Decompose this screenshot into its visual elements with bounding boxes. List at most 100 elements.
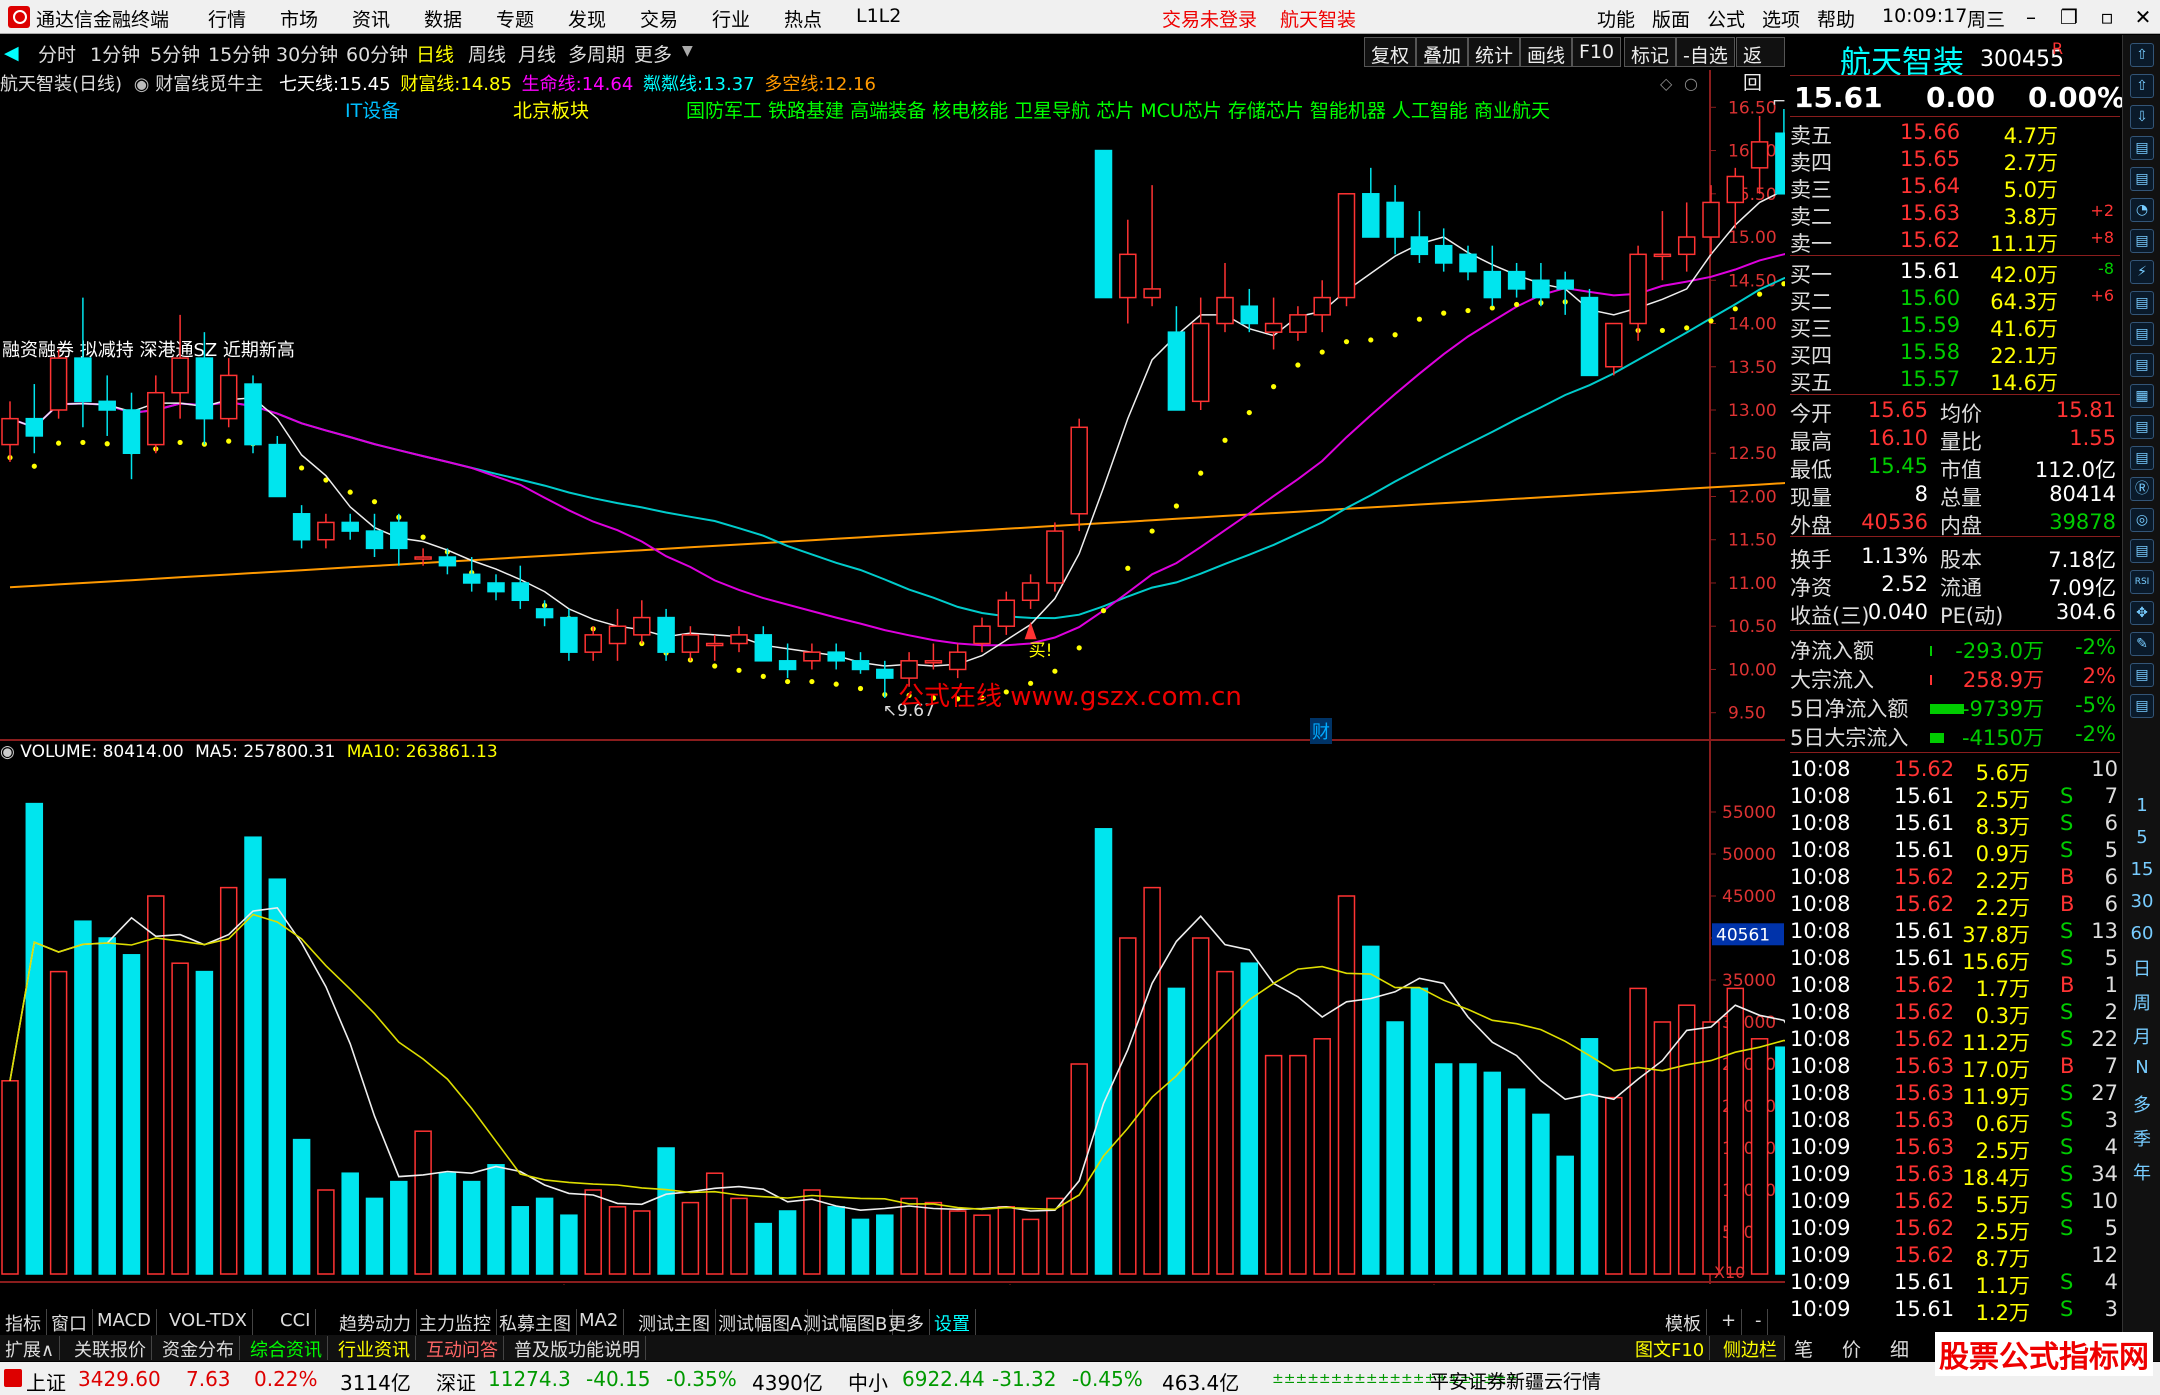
menu-item[interactable]: 专题 [496,5,534,32]
period-tab[interactable]: 5分钟 [150,40,200,67]
tool-icon[interactable]: RSI [2130,570,2154,594]
indicator-tab[interactable]: VOL-TDX [164,1309,253,1335]
tool-icon[interactable]: ▤ [2130,136,2154,160]
tool-icon[interactable]: ⚡ [2130,260,2154,284]
tool-icon[interactable]: ▤ [2130,415,2154,439]
tool-icon[interactable]: ⇧ [2130,43,2154,67]
template-control[interactable]: + [1716,1309,1743,1335]
tool-icon[interactable]: ▤ [2130,229,2154,253]
indicator-tab[interactable]: 主力监控 [414,1309,497,1335]
sh-label[interactable]: 上证 [26,1367,66,1395]
indicator-tab[interactable]: 测试幅图A [713,1309,809,1335]
menu-item[interactable]: 版面 [1652,5,1690,32]
back-button[interactable]: 返回 [1736,37,1785,94]
tool-icon[interactable]: ✥ [2130,601,2154,625]
close-icon[interactable]: ✕ [2130,4,2156,30]
tool-icon[interactable]: ▤ [2130,353,2154,377]
kline-chart[interactable]: 16.5016.0015.5015.0014.5014.0013.5013.00… [0,70,1785,1285]
menu-item[interactable]: 市场 [280,5,318,32]
template-control[interactable]: 模板 [1660,1309,1707,1335]
tool-icon[interactable]: ▤ [2130,446,2154,470]
info-tab[interactable]: 互动问答 [421,1336,504,1361]
login-warning[interactable]: 交易未登录 [1162,5,1257,32]
watchlist-remove-button[interactable]: -自选 [1676,37,1735,67]
indicator-tab[interactable]: 窗口 [46,1309,93,1335]
period-shortcut[interactable]: 多 [2123,1091,2160,1117]
menu-item[interactable]: 帮助 [1817,5,1855,32]
tool-icon[interactable]: ◎ [2130,508,2154,532]
maximize-icon[interactable]: ▫ [2094,4,2120,30]
period-shortcut[interactable]: 年 [2123,1159,2160,1185]
sz-label[interactable]: 深证 [436,1367,476,1395]
period-tab[interactable]: 月线 [518,40,556,67]
menu-item[interactable]: 资讯 [352,5,390,32]
info-tab[interactable]: 普及版功能说明 [509,1336,646,1361]
tool-icon[interactable]: ◔ [2130,198,2154,222]
chevron-down-icon[interactable]: ▼ [682,43,693,59]
side-tab[interactable]: 图文F10 [1630,1336,1711,1361]
menu-item[interactable]: 交易 [640,5,678,32]
template-control[interactable]: - [1750,1309,1768,1335]
indicator-tab[interactable]: 测试幅图B [798,1309,894,1335]
indicator-tab[interactable]: 趋势动力 [334,1309,417,1335]
menu-item[interactable]: 选项 [1762,5,1800,32]
menu-item[interactable]: 公式 [1707,5,1745,32]
indicator-tab[interactable]: MACD [92,1309,157,1335]
indicator-tab[interactable]: CCI [275,1309,317,1335]
quote-tab[interactable]: 笔 [1794,1335,1813,1362]
period-tab[interactable]: 周线 [468,40,506,67]
indicator-tab[interactable]: 更多 [883,1309,930,1335]
tool-icon[interactable]: ▤ [2130,539,2154,563]
restore-icon[interactable]: ❐ [2056,4,2082,30]
period-tab[interactable]: 60分钟 [346,40,408,67]
info-tab[interactable]: 资金分布 [157,1336,240,1361]
menu-item[interactable]: 数据 [424,5,462,32]
zx-label[interactable]: 中小 [848,1367,888,1395]
tool-icon[interactable]: ▤ [2130,694,2154,718]
fuquan-button[interactable]: 复权 [1364,37,1417,67]
period-shortcut[interactable]: 30 [2123,891,2160,912]
tool-icon[interactable]: ▦ [2130,384,2154,408]
mark-button[interactable]: 标记 [1624,37,1677,67]
indicator-tab[interactable]: 私募主图 [494,1309,577,1335]
draw-button[interactable]: 画线 [1520,37,1573,67]
info-tab[interactable]: 综合资讯 [245,1336,328,1361]
quote-tab[interactable]: 细 [1890,1335,1909,1362]
tool-icon[interactable]: ▤ [2130,167,2154,191]
info-tab[interactable]: 扩展∧ [0,1336,61,1361]
menu-item[interactable]: 热点 [784,5,822,32]
period-shortcut[interactable]: 季 [2123,1125,2160,1151]
period-tab[interactable]: 1分钟 [90,40,140,67]
menu-item[interactable]: 发现 [568,5,606,32]
menu-item[interactable]: 行情 [208,5,246,32]
period-tab[interactable]: 30分钟 [276,40,338,67]
info-tab[interactable]: 关联报价 [69,1336,152,1361]
tool-icon[interactable]: ⇩ [2130,105,2154,129]
minimize-icon[interactable]: – [2018,4,2044,30]
indicator-tab[interactable]: 指标 [0,1309,47,1335]
period-shortcut[interactable]: 月 [2123,1023,2160,1049]
period-shortcut[interactable]: 日 [2123,955,2160,981]
side-tab[interactable]: 侧边栏《 [1718,1336,1785,1387]
volume-icon[interactable]: ◉ [0,742,15,762]
period-shortcut[interactable]: 15 [2123,859,2160,880]
menu-item[interactable]: 行业 [712,5,750,32]
menu-item[interactable]: 功能 [1597,5,1635,32]
more-periods[interactable]: 更多 [634,40,672,67]
collapse-icon[interactable]: ◀ [4,42,19,64]
tool-icon[interactable]: ▤ [2130,322,2154,346]
period-tab-selected[interactable]: 日线 [416,40,454,67]
period-shortcut[interactable]: 5 [2123,827,2160,848]
period-shortcut[interactable]: 1 [2123,795,2160,816]
period-tab[interactable]: 分时 [38,40,76,67]
info-tab[interactable]: 行业资讯 [333,1336,416,1361]
period-shortcut[interactable]: 60 [2123,923,2160,944]
period-shortcut[interactable]: N [2123,1057,2160,1078]
overlay-button[interactable]: 叠加 [1416,37,1469,67]
period-tab[interactable]: 15分钟 [208,40,270,67]
finance-marker[interactable]: 财 [1310,718,1332,744]
f10-button[interactable]: F10 [1572,37,1622,67]
tool-icon[interactable]: ▤ [2130,663,2154,687]
indicator-tab[interactable]: 设置 [929,1309,976,1335]
tool-icon[interactable]: ▤ [2130,291,2154,315]
